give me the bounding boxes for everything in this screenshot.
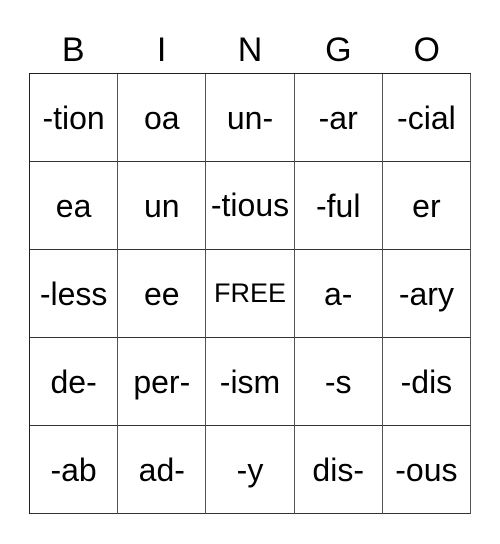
- bingo-cell[interactable]: -ar: [294, 74, 383, 162]
- bingo-cell[interactable]: de-: [30, 338, 119, 426]
- bingo-cell[interactable]: un: [118, 162, 207, 250]
- bingo-cell[interactable]: ee: [118, 250, 207, 338]
- bingo-cell[interactable]: -s: [294, 338, 383, 426]
- header-letter-i: I: [156, 31, 167, 69]
- bingo-cell[interactable]: ea: [30, 162, 119, 250]
- header-letter-o: O: [413, 31, 440, 69]
- bingo-cell[interactable]: un-: [206, 74, 295, 162]
- header-letter-b: B: [61, 31, 85, 69]
- bingo-cell[interactable]: -tion: [30, 74, 119, 162]
- bingo-cell[interactable]: dis-: [294, 426, 383, 514]
- bingo-cell[interactable]: -tious: [206, 162, 295, 250]
- bingo-cell[interactable]: -ary: [382, 250, 471, 338]
- bingo-header: B I N G O: [29, 28, 471, 72]
- free-space[interactable]: FREE: [206, 250, 295, 338]
- bingo-cell[interactable]: -y: [206, 426, 295, 514]
- bingo-cell[interactable]: -ous: [382, 426, 471, 514]
- bingo-cell[interactable]: -ism: [206, 338, 295, 426]
- header-letter-g: G: [325, 31, 352, 69]
- bingo-cell[interactable]: a-: [294, 250, 383, 338]
- header-letter-n: N: [237, 31, 263, 69]
- bingo-cell[interactable]: -ab: [30, 426, 119, 514]
- bingo-cell[interactable]: per-: [118, 338, 207, 426]
- bingo-cell[interactable]: -cial: [382, 74, 471, 162]
- bingo-grid: -tion oa un- -ar -cial ea un -tious -ful…: [29, 73, 471, 514]
- bingo-cell[interactable]: -less: [30, 250, 119, 338]
- bingo-cell[interactable]: ad-: [118, 426, 207, 514]
- bingo-cell[interactable]: -dis: [382, 338, 471, 426]
- bingo-cell[interactable]: er: [382, 162, 471, 250]
- bingo-cell[interactable]: -ful: [294, 162, 383, 250]
- bingo-cell[interactable]: oa: [118, 74, 207, 162]
